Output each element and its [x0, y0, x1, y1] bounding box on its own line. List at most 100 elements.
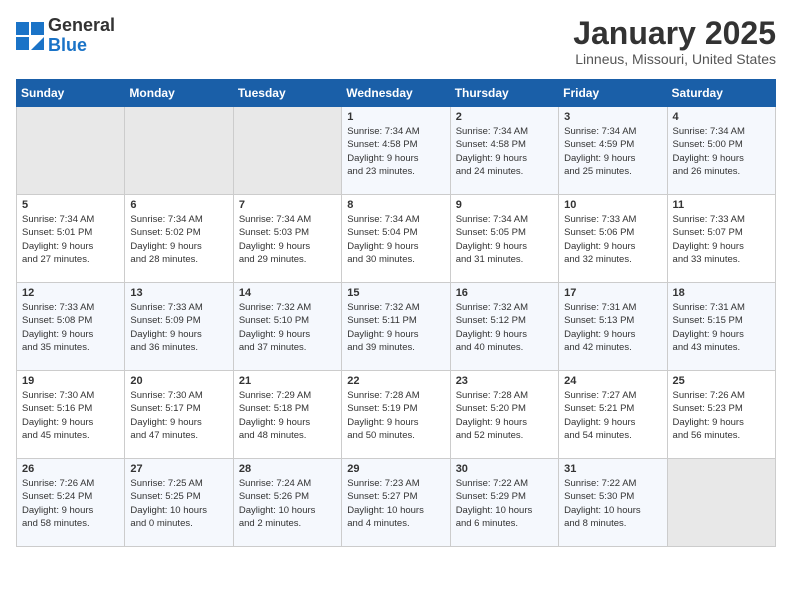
day-number: 19: [22, 375, 119, 387]
day-number: 31: [564, 463, 661, 475]
calendar-cell: [125, 107, 233, 195]
day-info: Sunrise: 7:22 AM Sunset: 5:29 PM Dayligh…: [456, 477, 553, 530]
day-info: Sunrise: 7:31 AM Sunset: 5:15 PM Dayligh…: [673, 301, 770, 354]
calendar-cell: 17 Sunrise: 7:31 AM Sunset: 5:13 PM Dayli…: [559, 283, 667, 371]
calendar-cell: 6Sunrise: 7:34 AM Sunset: 5:02 PM Daylig…: [125, 195, 233, 283]
day-number: 5: [22, 199, 119, 211]
day-info: Sunrise: 7:34 AM Sunset: 4:58 PM Dayligh…: [456, 125, 553, 178]
calendar-cell: 15Sunrise: 7:32 AM Sunset: 5:11 PM Dayli…: [342, 283, 450, 371]
day-number: 9: [456, 199, 553, 211]
day-number: 12: [22, 287, 119, 299]
day-number: 20: [130, 375, 227, 387]
day-info: Sunrise: 7:33 AM Sunset: 5:06 PM Dayligh…: [564, 213, 661, 266]
day-number: 8: [347, 199, 444, 211]
day-number: 6: [130, 199, 227, 211]
day-number: 24: [564, 375, 661, 387]
day-info: Sunrise: 7:34 AM Sunset: 5:03 PM Dayligh…: [239, 213, 336, 266]
column-header-wednesday: Wednesday: [342, 80, 450, 107]
column-header-tuesday: Tuesday: [233, 80, 341, 107]
day-info: Sunrise: 7:33 AM Sunset: 5:08 PM Dayligh…: [22, 301, 119, 354]
day-info: Sunrise: 7:24 AM Sunset: 5:26 PM Dayligh…: [239, 477, 336, 530]
title-block: January 2025 Linneus, Missouri, United S…: [573, 16, 776, 67]
day-info: Sunrise: 7:34 AM Sunset: 5:00 PM Dayligh…: [673, 125, 770, 178]
calendar-cell: 1 Sunrise: 7:34 AM Sunset: 4:58 PM Daylig…: [342, 107, 450, 195]
day-info: Sunrise: 7:23 AM Sunset: 5:27 PM Dayligh…: [347, 477, 444, 530]
calendar-cell: 14 Sunrise: 7:32 AM Sunset: 5:10 PM Dayli…: [233, 283, 341, 371]
calendar-cell: 22 Sunrise: 7:28 AM Sunset: 5:19 PM Dayli…: [342, 371, 450, 459]
day-info: Sunrise: 7:34 AM Sunset: 5:04 PM Dayligh…: [347, 213, 444, 266]
day-info: Sunrise: 7:26 AM Sunset: 5:24 PM Dayligh…: [22, 477, 119, 530]
logo-line1: General: [48, 16, 115, 36]
day-number: 23: [456, 375, 553, 387]
logo-text: General Blue: [48, 16, 115, 56]
month-title: January 2025: [573, 16, 776, 51]
calendar-cell: 13 Sunrise: 7:33 AM Sunset: 5:09 PM Dayli…: [125, 283, 233, 371]
calendar-cell: 7 Sunrise: 7:34 AM Sunset: 5:03 PM Daylig…: [233, 195, 341, 283]
day-info: Sunrise: 7:34 AM Sunset: 5:01 PM Dayligh…: [22, 213, 119, 266]
day-number: 30: [456, 463, 553, 475]
day-number: 22: [347, 375, 444, 387]
column-header-sunday: Sunday: [17, 80, 125, 107]
calendar-cell: 10 Sunrise: 7:33 AM Sunset: 5:06 PM Dayli…: [559, 195, 667, 283]
logo: General Blue: [16, 16, 115, 56]
day-info: Sunrise: 7:28 AM Sunset: 5:20 PM Dayligh…: [456, 389, 553, 442]
calendar-cell: 29Sunrise: 7:23 AM Sunset: 5:27 PM Dayli…: [342, 459, 450, 547]
calendar-cell: 25 Sunrise: 7:26 AM Sunset: 5:23 PM Dayli…: [667, 371, 775, 459]
day-info: Sunrise: 7:26 AM Sunset: 5:23 PM Dayligh…: [673, 389, 770, 442]
day-info: Sunrise: 7:33 AM Sunset: 5:09 PM Dayligh…: [130, 301, 227, 354]
day-info: Sunrise: 7:30 AM Sunset: 5:17 PM Dayligh…: [130, 389, 227, 442]
column-header-saturday: Saturday: [667, 80, 775, 107]
calendar-cell: 8 Sunrise: 7:34 AM Sunset: 5:04 PM Daylig…: [342, 195, 450, 283]
calendar-cell: 26 Sunrise: 7:26 AM Sunset: 5:24 PM Dayli…: [17, 459, 125, 547]
day-info: Sunrise: 7:25 AM Sunset: 5:25 PM Dayligh…: [130, 477, 227, 530]
calendar-cell: 4 Sunrise: 7:34 AM Sunset: 5:00 PM Daylig…: [667, 107, 775, 195]
day-number: 27: [130, 463, 227, 475]
day-number: 7: [239, 199, 336, 211]
day-number: 16: [456, 287, 553, 299]
calendar-table: SundayMondayTuesdayWednesdayThursdayFrid…: [16, 79, 776, 547]
day-info: Sunrise: 7:32 AM Sunset: 5:12 PM Dayligh…: [456, 301, 553, 354]
day-number: 14: [239, 287, 336, 299]
calendar-cell: 27 Sunrise: 7:25 AM Sunset: 5:25 PM Dayli…: [125, 459, 233, 547]
day-number: 4: [673, 111, 770, 123]
column-header-friday: Friday: [559, 80, 667, 107]
day-number: 3: [564, 111, 661, 123]
day-number: 17: [564, 287, 661, 299]
logo-icon: [16, 22, 44, 50]
location-title: Linneus, Missouri, United States: [573, 51, 776, 67]
column-header-thursday: Thursday: [450, 80, 558, 107]
day-info: Sunrise: 7:28 AM Sunset: 5:19 PM Dayligh…: [347, 389, 444, 442]
day-info: Sunrise: 7:29 AM Sunset: 5:18 PM Dayligh…: [239, 389, 336, 442]
day-number: 28: [239, 463, 336, 475]
day-number: 10: [564, 199, 661, 211]
day-info: Sunrise: 7:34 AM Sunset: 5:05 PM Dayligh…: [456, 213, 553, 266]
day-info: Sunrise: 7:22 AM Sunset: 5:30 PM Dayligh…: [564, 477, 661, 530]
day-number: 21: [239, 375, 336, 387]
calendar-cell: [17, 107, 125, 195]
day-number: 13: [130, 287, 227, 299]
day-info: Sunrise: 7:31 AM Sunset: 5:13 PM Dayligh…: [564, 301, 661, 354]
day-number: 18: [673, 287, 770, 299]
calendar-cell: 19 Sunrise: 7:30 AM Sunset: 5:16 PM Dayli…: [17, 371, 125, 459]
day-info: Sunrise: 7:32 AM Sunset: 5:11 PM Dayligh…: [347, 301, 444, 354]
logo-line2: Blue: [48, 36, 115, 56]
calendar-cell: 30 Sunrise: 7:22 AM Sunset: 5:29 PM Dayli…: [450, 459, 558, 547]
day-info: Sunrise: 7:30 AM Sunset: 5:16 PM Dayligh…: [22, 389, 119, 442]
day-info: Sunrise: 7:33 AM Sunset: 5:07 PM Dayligh…: [673, 213, 770, 266]
day-number: 1: [347, 111, 444, 123]
calendar-cell: 3Sunrise: 7:34 AM Sunset: 4:59 PM Daylig…: [559, 107, 667, 195]
day-number: 26: [22, 463, 119, 475]
calendar-cell: 11Sunrise: 7:33 AM Sunset: 5:07 PM Dayli…: [667, 195, 775, 283]
calendar-cell: [667, 459, 775, 547]
calendar-cell: 31 Sunrise: 7:22 AM Sunset: 5:30 PM Dayli…: [559, 459, 667, 547]
day-number: 2: [456, 111, 553, 123]
day-info: Sunrise: 7:34 AM Sunset: 4:58 PM Dayligh…: [347, 125, 444, 178]
page-header: General Blue January 2025 Linneus, Misso…: [16, 16, 776, 67]
day-number: 25: [673, 375, 770, 387]
day-info: Sunrise: 7:32 AM Sunset: 5:10 PM Dayligh…: [239, 301, 336, 354]
calendar-cell: 18 Sunrise: 7:31 AM Sunset: 5:15 PM Dayli…: [667, 283, 775, 371]
calendar-cell: 12 Sunrise: 7:33 AM Sunset: 5:08 PM Dayli…: [17, 283, 125, 371]
calendar-cell: 21 Sunrise: 7:29 AM Sunset: 5:18 PM Dayli…: [233, 371, 341, 459]
calendar-cell: 2 Sunrise: 7:34 AM Sunset: 4:58 PM Daylig…: [450, 107, 558, 195]
calendar-cell: 5 Sunrise: 7:34 AM Sunset: 5:01 PM Daylig…: [17, 195, 125, 283]
